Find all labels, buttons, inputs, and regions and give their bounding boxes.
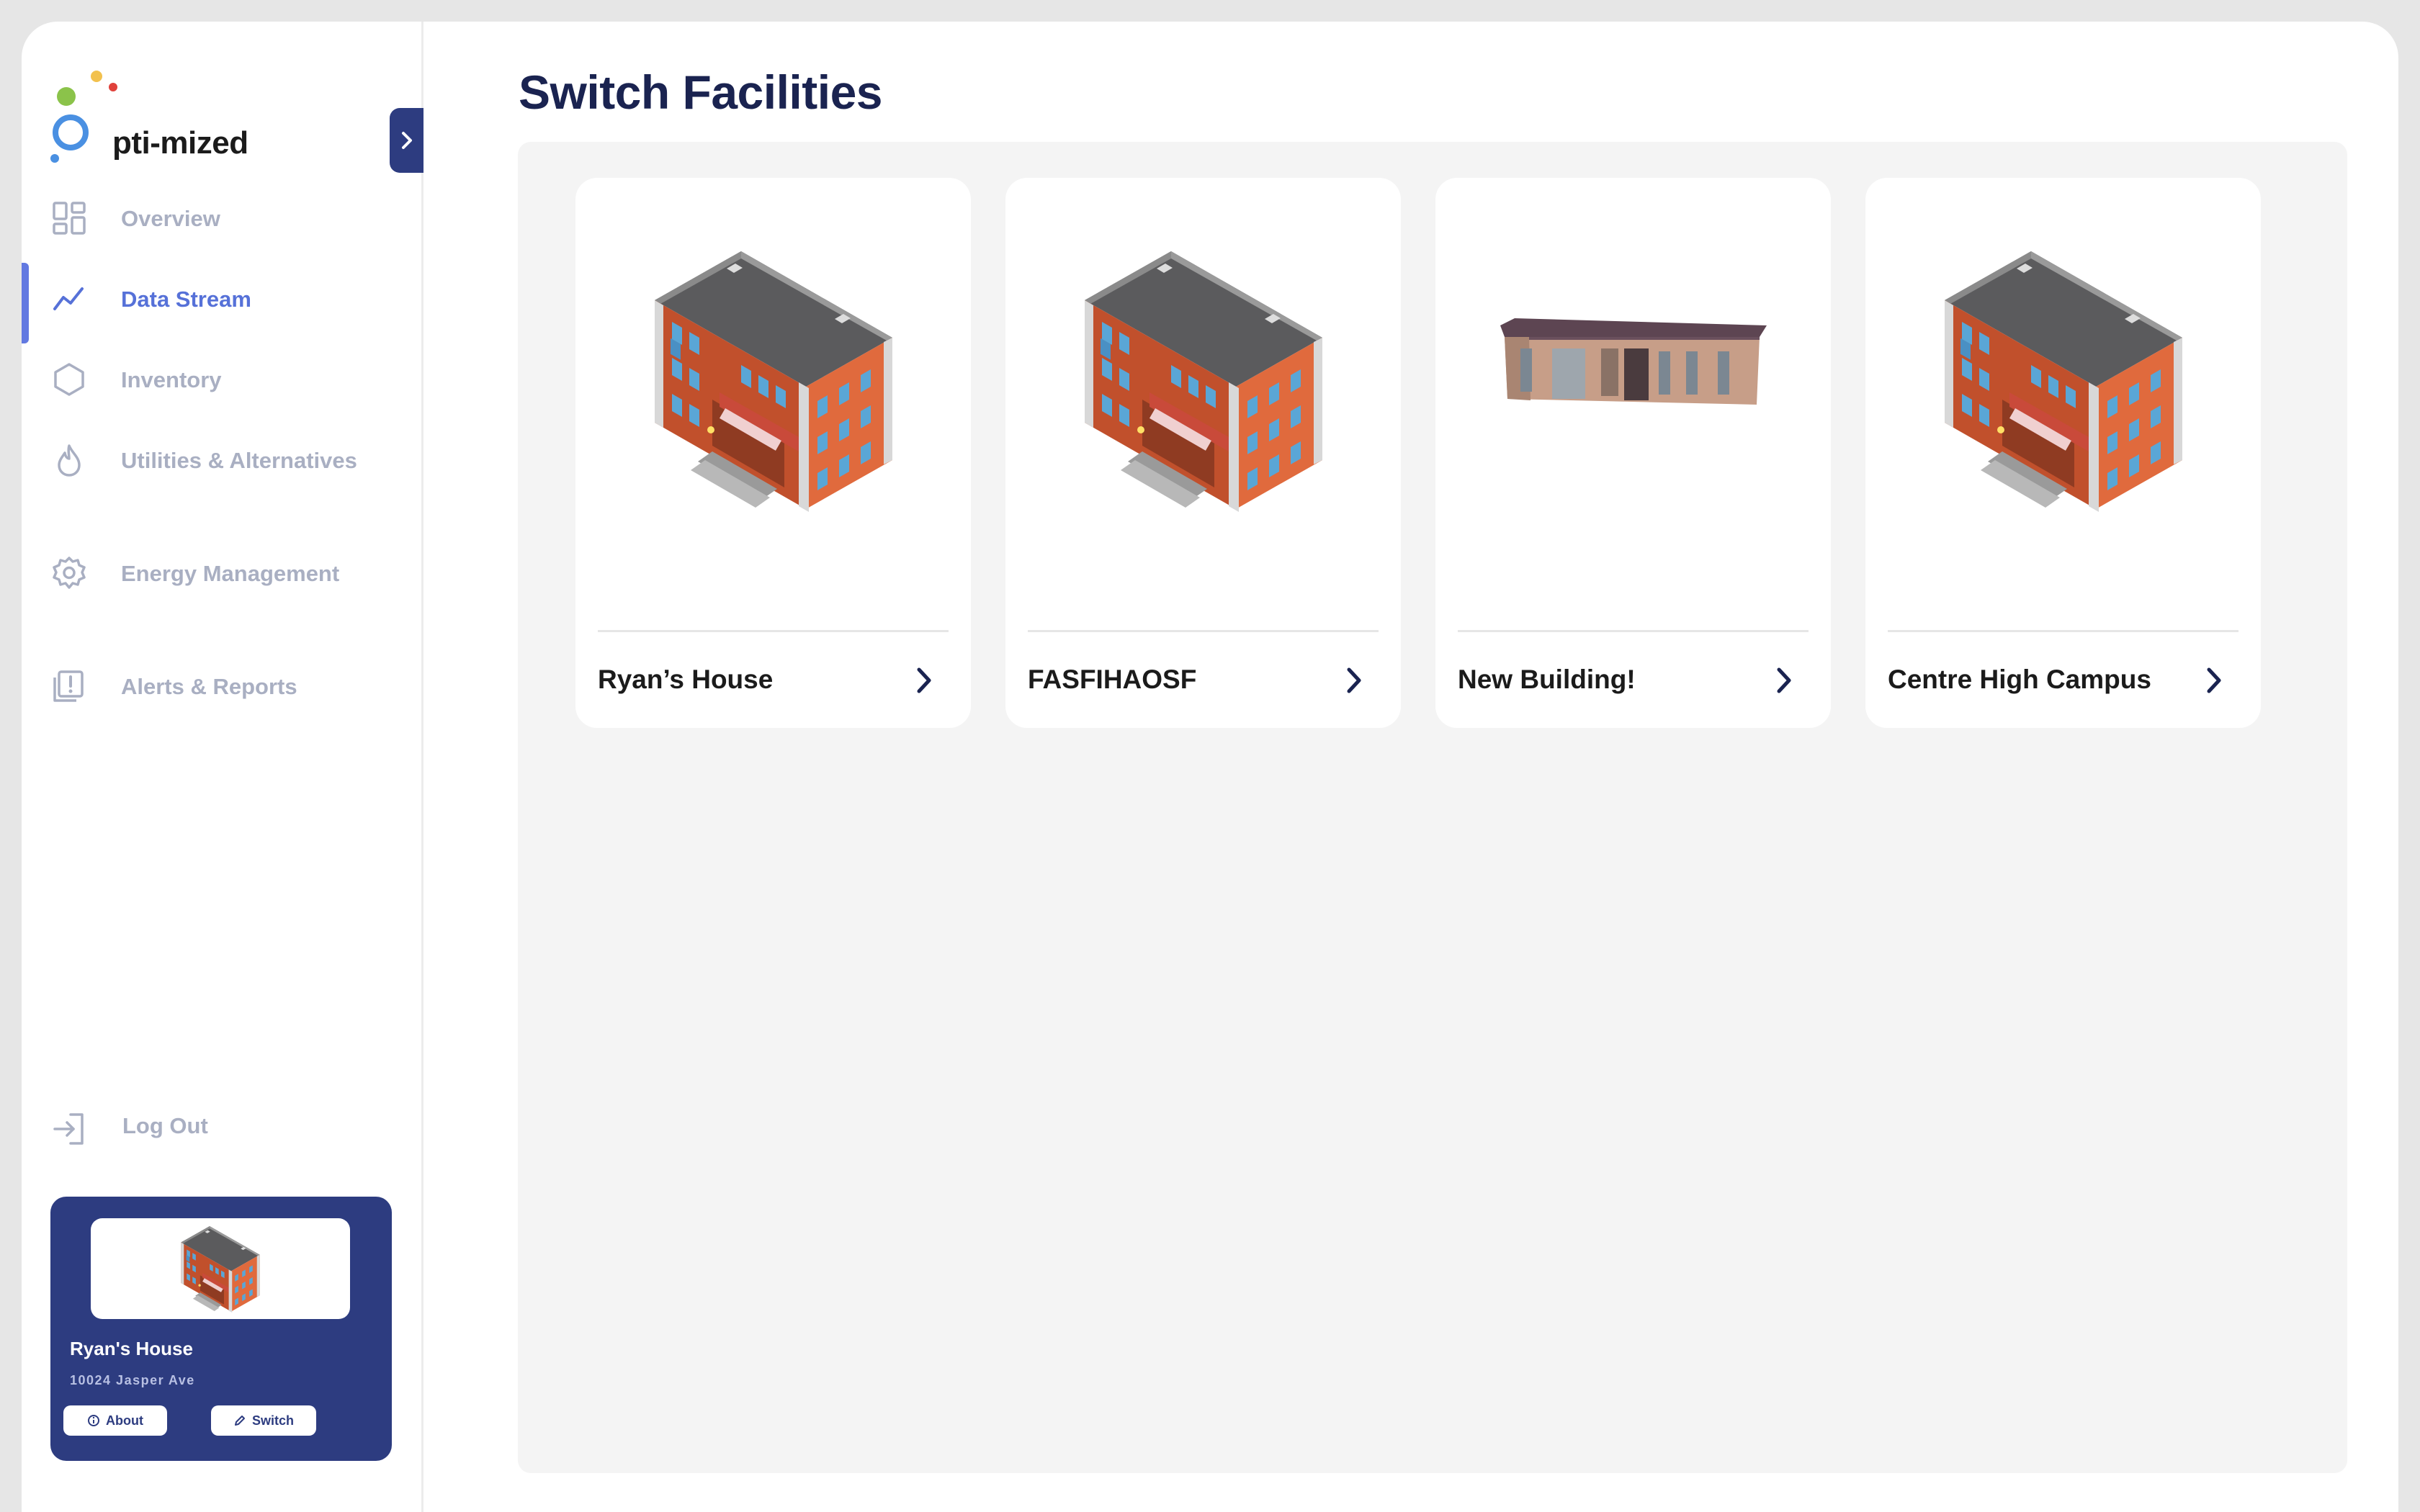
- facility-card[interactable]: Ryan’s House: [575, 178, 971, 728]
- current-facility-card: Ryan's House 10024 Jasper Ave About Swit…: [50, 1197, 392, 1461]
- sidebar-item-label: Inventory: [121, 367, 222, 392]
- chevron-right-icon[interactable]: [1340, 665, 1368, 696]
- grid-icon: [49, 198, 89, 238]
- sidebar-item-label: Overview: [121, 206, 220, 231]
- facility-image: [1005, 243, 1401, 516]
- app-window: pti-mized Overview Data Stream Inventory…: [22, 22, 2398, 1512]
- school-building-image: [1944, 251, 2182, 512]
- sidebar: pti-mized Overview Data Stream Inventory…: [22, 22, 424, 1512]
- switch-label: Switch: [251, 1413, 294, 1428]
- chevron-right-icon[interactable]: [910, 665, 938, 696]
- logout-icon: [49, 1109, 89, 1149]
- facility-card[interactable]: New Building!: [1435, 178, 1831, 728]
- app-logo[interactable]: pti-mized: [49, 58, 265, 166]
- logout-button[interactable]: Log Out: [22, 1109, 422, 1152]
- gear-icon: [49, 553, 89, 593]
- facility-name: Centre High Campus: [1888, 665, 2151, 694]
- sidebar-item-inventory[interactable]: Inventory: [22, 359, 422, 440]
- about-label: About: [106, 1413, 143, 1428]
- logout-label: Log Out: [122, 1113, 208, 1138]
- facility-name: FASFIHAOSF: [1028, 665, 1197, 694]
- facilities-panel: Ryan’s House FASFIHAOSF New Building! Ce…: [518, 142, 2347, 1473]
- card-divider: [1028, 630, 1379, 632]
- sidebar-item-label: Utilities & Alternatives: [121, 448, 357, 473]
- sidebar-item-label: Energy Management: [121, 561, 340, 586]
- facility-image: [575, 243, 971, 516]
- facility-image: [1435, 243, 1831, 516]
- current-facility-address: 10024 Jasper Ave: [70, 1373, 195, 1387]
- sidebar-item-utilities[interactable]: Utilities & Alternatives: [22, 440, 422, 553]
- sidebar-item-energy-management[interactable]: Energy Management: [22, 553, 422, 666]
- alert-report-icon: [49, 666, 89, 706]
- sidebar-item-label: Alerts & Reports: [121, 674, 297, 699]
- chevron-right-icon: [401, 132, 412, 149]
- sidebar-toggle-button[interactable]: [390, 108, 424, 173]
- current-facility-image: [91, 1218, 350, 1319]
- sidebar-item-alerts-reports[interactable]: Alerts & Reports: [22, 666, 422, 747]
- flame-icon: [49, 440, 89, 480]
- school-building-image: [654, 251, 892, 512]
- card-divider: [598, 630, 949, 632]
- school-building-image: [1084, 251, 1322, 512]
- info-icon: [88, 1415, 99, 1426]
- chevron-right-icon[interactable]: [1770, 665, 1798, 696]
- pencil-icon: [234, 1416, 245, 1426]
- active-indicator: [22, 263, 29, 343]
- main-content: Switch Facilities Ryan’s House FASFIHAOS…: [424, 22, 2398, 1512]
- switch-button[interactable]: Switch: [211, 1405, 316, 1436]
- sidebar-item-data-stream[interactable]: Data Stream: [22, 263, 422, 359]
- logo-text: pti-mized: [112, 125, 248, 161]
- about-button[interactable]: About: [63, 1405, 167, 1436]
- facility-card[interactable]: Centre High Campus: [1865, 178, 2261, 728]
- trend-line-icon: [49, 279, 89, 319]
- card-divider: [1458, 630, 1809, 632]
- chevron-right-icon[interactable]: [2200, 665, 2228, 696]
- facility-name: New Building!: [1458, 665, 1636, 694]
- current-facility-name: Ryan's House: [70, 1338, 193, 1359]
- facility-card[interactable]: FASFIHAOSF: [1005, 178, 1401, 728]
- facility-name: Ryan’s House: [598, 665, 774, 694]
- facility-image: [1865, 243, 2261, 516]
- school-building-image: [181, 1225, 260, 1313]
- sidebar-item-overview[interactable]: Overview: [22, 198, 422, 279]
- sidebar-nav: Overview Data Stream Inventory Utilities…: [22, 198, 422, 747]
- low-building-image: [1500, 318, 1767, 405]
- hexagon-icon: [49, 359, 89, 400]
- sidebar-item-label: Data Stream: [121, 287, 251, 312]
- card-divider: [1888, 630, 2238, 632]
- page-title: Switch Facilities: [519, 66, 883, 119]
